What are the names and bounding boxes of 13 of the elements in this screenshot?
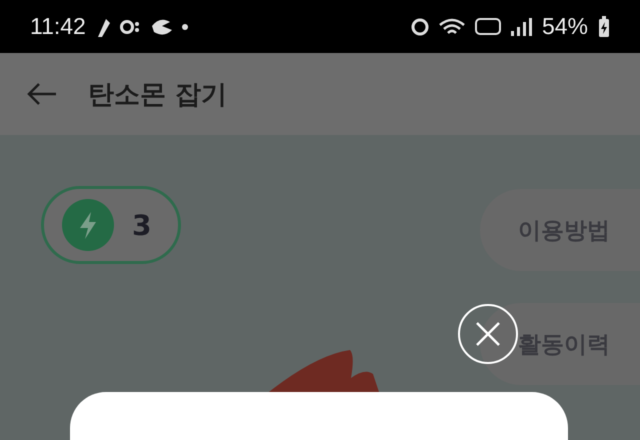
energy-count: 3 bbox=[132, 208, 152, 242]
dot-icon bbox=[182, 24, 188, 30]
back-arrow-icon[interactable] bbox=[26, 82, 58, 106]
lightning-icon bbox=[62, 199, 114, 251]
status-time: 11:42 bbox=[30, 13, 86, 40]
page-title: 탄소몬 잡기 bbox=[88, 78, 228, 112]
close-icon bbox=[475, 321, 501, 347]
close-button[interactable] bbox=[458, 304, 518, 364]
battery-percentage: 54% bbox=[542, 13, 588, 40]
battery-charging-icon bbox=[598, 16, 610, 38]
app-notification-icon bbox=[120, 18, 140, 34]
wifi-icon bbox=[438, 18, 465, 36]
signal-icon bbox=[510, 18, 532, 36]
